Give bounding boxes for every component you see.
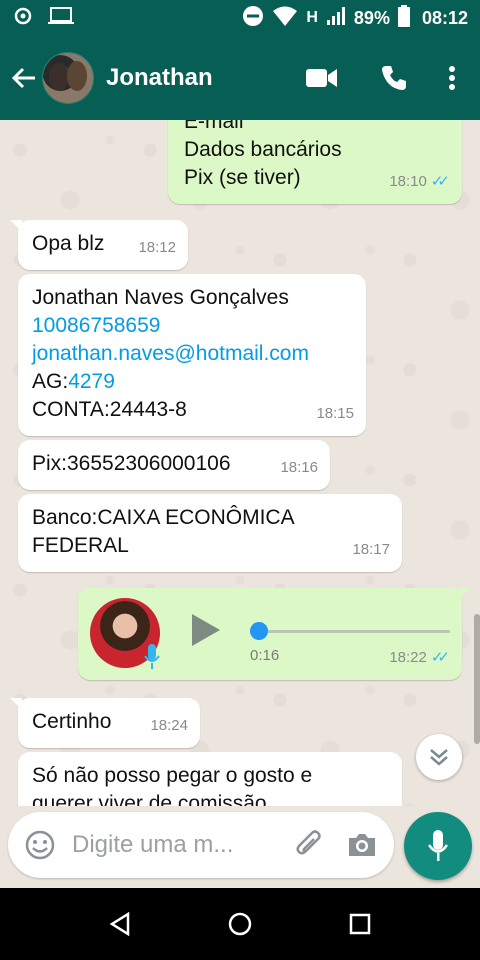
message-incoming[interactable]: Jonathan Naves Gonçalves 10086758659 jon… <box>18 274 366 436</box>
voice-call-button[interactable] <box>358 48 430 108</box>
ag-label: AG: <box>32 370 69 393</box>
message-line: FEDERAL <box>32 534 129 557</box>
cast-icon <box>12 7 34 30</box>
message-incoming[interactable]: Opa blz 18:12 <box>10 220 188 270</box>
message-text: Certinho <box>32 710 112 733</box>
more-options-button[interactable] <box>430 48 474 108</box>
network-type: H <box>306 9 318 26</box>
clock: 08:12 <box>421 7 468 28</box>
nav-back-button[interactable] <box>90 894 150 954</box>
attach-button[interactable] <box>286 821 334 869</box>
nav-recents-button[interactable] <box>330 894 390 954</box>
message-time: 18:10 <box>389 173 427 190</box>
message-time: 18:24 <box>150 717 188 734</box>
message-outgoing[interactable]: E-mail Dados bancários Pix (se tiver) 18… <box>168 120 462 204</box>
message-line: Banco:CAIXA ECONÔMICA <box>32 506 295 529</box>
message-line: Só não posso pegar o gosto e <box>32 764 313 787</box>
paperclip-icon <box>296 830 321 855</box>
email-link[interactable]: jonathan.naves@hotmail.com <box>32 340 309 368</box>
emoji-icon <box>25 830 55 860</box>
phone-link[interactable]: 10086758659 <box>32 312 309 340</box>
laptop-icon <box>48 6 74 30</box>
message-line: E-mail <box>184 120 244 133</box>
message-line: Jonathan Naves Gonçalves <box>32 286 289 309</box>
nav-home-button[interactable] <box>210 894 270 954</box>
contact-name[interactable]: Jonathan <box>106 64 213 92</box>
message-list[interactable]: E-mail Dados bancários Pix (se tiver) 18… <box>0 120 480 806</box>
back-arrow-icon <box>11 67 35 89</box>
scrollbar[interactable] <box>474 614 480 744</box>
message-line: Pix (se tiver) <box>184 166 301 189</box>
message-text: Opa blz <box>32 232 105 255</box>
voice-record-button[interactable] <box>404 812 472 880</box>
message-incoming[interactable]: Banco:CAIXA ECONÔMICA FEDERAL 18:17 <box>18 494 402 572</box>
message-time: 18:15 <box>316 405 354 422</box>
message-line: querer viver de comissão <box>32 792 267 806</box>
read-receipt-icon: ✓✓ <box>430 649 450 666</box>
voice-duration: 0:16 <box>250 647 280 664</box>
camera-button[interactable] <box>338 821 386 869</box>
emoji-button[interactable] <box>16 821 64 869</box>
voice-message[interactable]: 0:16 18:22 ✓✓ <box>78 588 470 680</box>
message-incoming[interactable]: Só não posso pegar o gosto e querer vive… <box>18 752 402 806</box>
video-call-button[interactable] <box>286 48 358 108</box>
signal-icon <box>326 6 346 31</box>
square-recents-icon <box>349 913 371 935</box>
status-bar: H 89% 08:12 <box>0 0 480 36</box>
message-line: CONTA:24443-8 <box>32 398 187 421</box>
message-line: Dados bancários <box>184 138 342 161</box>
mic-icon <box>427 830 449 861</box>
battery-percent: 89% <box>353 7 390 28</box>
message-time: 18:16 <box>280 459 318 476</box>
camera-icon <box>349 834 375 856</box>
message-time: 18:17 <box>352 541 390 558</box>
wifi-icon <box>272 5 298 32</box>
message-text: Pix:36552306000106 <box>32 452 231 475</box>
more-vert-icon <box>449 66 455 90</box>
circle-home-icon <box>228 912 252 936</box>
audio-seek-handle[interactable] <box>250 622 268 640</box>
back-button[interactable] <box>2 56 46 100</box>
read-receipt-icon: ✓✓ <box>430 173 450 190</box>
audio-seekbar[interactable] <box>256 630 450 633</box>
message-time: 18:22 <box>389 649 427 666</box>
scroll-to-bottom-button[interactable] <box>416 734 462 780</box>
play-icon[interactable] <box>192 614 220 646</box>
ag-link[interactable]: 4279 <box>68 370 115 393</box>
video-call-icon <box>306 69 337 87</box>
double-chevron-down-icon <box>430 749 448 766</box>
chat-header: Jonathan <box>0 36 480 120</box>
triangle-back-icon <box>109 912 130 936</box>
contact-avatar[interactable] <box>42 52 94 104</box>
message-input-box <box>8 812 394 878</box>
phone-icon <box>382 66 406 90</box>
composer <box>0 806 480 888</box>
message-input[interactable] <box>72 831 262 859</box>
message-incoming[interactable]: Certinho 18:24 <box>10 698 200 748</box>
do-not-disturb-icon <box>242 5 264 32</box>
battery-icon <box>397 4 410 32</box>
message-time: 18:12 <box>138 239 176 256</box>
system-nav-bar <box>0 888 480 960</box>
mic-icon <box>144 644 160 677</box>
message-incoming[interactable]: Pix:36552306000106 18:16 <box>18 440 330 490</box>
